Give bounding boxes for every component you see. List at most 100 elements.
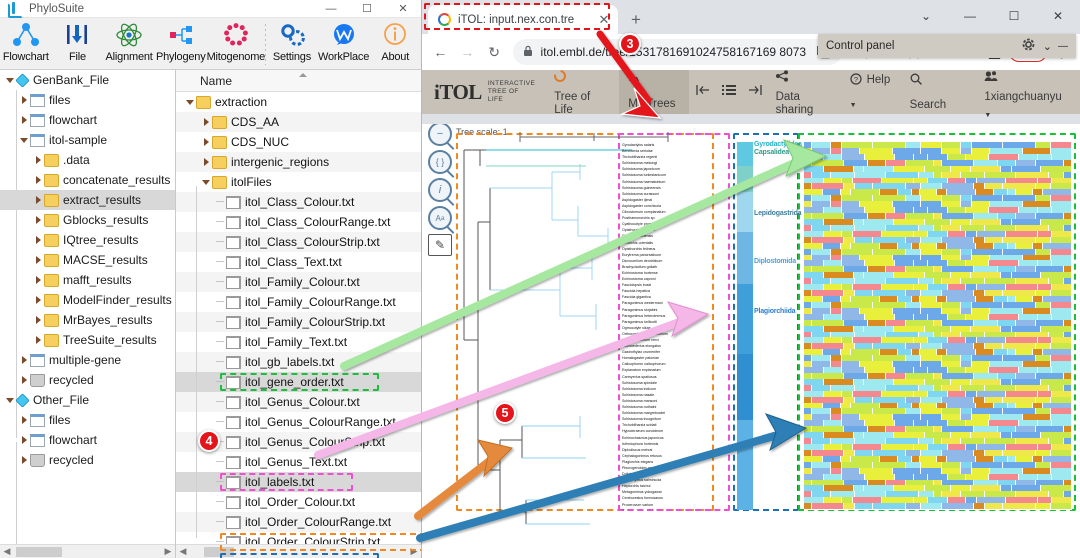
project-tree-list[interactable]: GenBank_File files flowchart itol-sample .da… [0,70,175,470]
file-list-pane[interactable]: Name extraction CDS_AA CDS_NUC intergenic_r… [176,70,421,558]
expand-arrow-icon[interactable] [18,370,30,390]
itol-logo[interactable]: iTOL INTERACTIVE TREE OF LIFE [422,80,545,105]
file-list-item-itol-labels-txt[interactable]: ─ itol_labels.txt [176,472,421,492]
project-tree-item-macse-results[interactable]: MACSE_results [0,250,175,270]
project-tree-item-files[interactable]: files [0,410,175,430]
file-list-item-itolfiles[interactable]: itolFiles [176,172,421,192]
expand-arrow-icon[interactable] [32,170,44,190]
control-panel-gear-icon[interactable] [1022,38,1035,54]
sort-caret-icon[interactable] [298,73,307,77]
file-list-item-itol-family-text-txt[interactable]: ─ itol_Family_Text.txt [176,332,421,352]
itol-menu-data-sharing[interactable]: Data sharing [767,70,841,116]
close-button[interactable]: ✕ [385,0,421,18]
file-list-item-itol-family-colour-txt[interactable]: ─ itol_Family_Colour.txt [176,272,421,292]
chrome-minimize-button[interactable]: — [948,0,992,32]
project-tree-item-genbank-file[interactable]: GenBank_File [0,70,175,90]
file-list-item-itol-order-colourrange-txt[interactable]: ─ itol_Order_ColourRange.txt [176,512,421,532]
reload-button[interactable]: ↻ [482,38,507,66]
expand-arrow-icon[interactable] [32,230,44,250]
info-tool[interactable]: i [428,178,452,202]
project-tree-item-multiple-gene[interactable]: multiple-gene [0,350,175,370]
column-header-name[interactable]: Name [200,74,232,88]
scroll-right-arrow-2[interactable]: ▶ [407,546,421,557]
expand-arrow-icon[interactable] [18,90,30,110]
project-tree-item-flowchart[interactable]: flowchart [0,430,175,450]
expand-arrow-icon[interactable] [200,152,212,172]
expand-arrow-icon[interactable] [32,150,44,170]
toolbar-flowchart[interactable]: Flowchart [0,20,52,63]
project-tree-item-mafft-results[interactable]: mafft_results [0,270,175,290]
tree-hscrollbar[interactable]: ◀ ▶ [0,544,175,558]
toolbar-file[interactable]: File [52,20,104,63]
toolbar-settings[interactable]: Settings [266,20,318,63]
project-tree-pane[interactable]: GenBank_File files flowchart itol-sample .da… [0,70,176,558]
scroll-right-arrow[interactable]: ▶ [161,546,175,557]
file-list-item-itol-order-colour-txt[interactable]: ─ itol_Order_Colour.txt [176,492,421,512]
control-panel-minimize-icon[interactable]: — [1058,41,1068,52]
expand-arrow-icon[interactable] [184,92,196,112]
project-tree-item-recycled[interactable]: recycled [0,450,175,470]
project-tree-item-gblocks-results[interactable]: Gblocks_results [0,210,175,230]
file-list-item-itol-family-colourrange-txt[interactable]: ─ itol_Family_ColourRange.txt [176,292,421,312]
tab-search-button[interactable]: ⌄ [904,0,948,32]
control-panel-chevron-down-icon[interactable]: ⌄ [1043,40,1052,53]
project-tree-item-recycled[interactable]: recycled [0,370,175,390]
scroll-thumb-2[interactable] [204,546,234,557]
itol-menu-my-trees[interactable]: My Trees [619,70,689,114]
address-bar[interactable]: itol.embl.de/tree/1531781691024758167169… [512,39,843,65]
itol-menu-user[interactable]: 1xiangchuanyu ▼ [975,70,1080,119]
expand-arrow-icon[interactable] [4,70,16,90]
project-tree-item-files[interactable]: files [0,90,175,110]
file-list-item-itol-class-colourrange-txt[interactable]: ─ itol_Class_ColourRange.txt [176,212,421,232]
scroll-left-arrow[interactable]: ◀ [0,546,14,557]
file-list-item-itol-genus-text-txt[interactable]: ─ itol_Genus_Text.txt [176,452,421,472]
expand-arrow-icon[interactable] [18,130,30,150]
toolbar-phylogeny[interactable]: Phylogeny [155,20,207,63]
file-list-item-itol-genus-colour-txt[interactable]: ─ itol_Genus_Colour.txt [176,392,421,412]
new-tab-button[interactable]: + [622,6,650,34]
itol-menu-help[interactable]: ? Help ▼ [841,70,901,114]
expand-arrow-icon[interactable] [18,410,30,430]
expand-arrow-icon[interactable] [18,430,30,450]
file-list-item-extraction[interactable]: extraction [176,92,421,112]
expand-arrow-icon[interactable] [200,112,212,132]
list-hscrollbar[interactable]: ◀ ▶ [176,544,421,558]
file-list-item-cds-aa[interactable]: CDS_AA [176,112,421,132]
file-list-item-itol-class-colour-txt[interactable]: ─ itol_Class_Colour.txt [176,192,421,212]
expand-arrow-icon[interactable] [32,190,44,210]
itol-list-button[interactable] [715,70,741,114]
expand-arrow-icon[interactable] [200,132,212,152]
itol-menu-search[interactable]: Search [901,70,962,114]
itol-collapse-right-button[interactable] [741,70,767,114]
scroll-left-arrow-2[interactable]: ◀ [176,546,190,557]
browser-tab-itol[interactable]: iTOL: input.nex.con.tre ✕ [428,5,618,34]
file-list-item-itol-gene-order-txt[interactable]: ─ itol_gene_order.txt [176,372,421,392]
file-list-item-itol-genus-colourrange-txt[interactable]: ─ itol_Genus_ColourRange.txt [176,412,421,432]
project-tree-item-flowchart[interactable]: flowchart [0,110,175,130]
zoom-out-tool[interactable]: − [428,124,452,146]
project-tree-item-extract-results[interactable]: extract_results [0,190,175,210]
back-button[interactable]: ← [428,38,453,66]
itol-collapse-left-button[interactable] [689,70,715,114]
toolbar-alignment[interactable]: Alignment [103,20,155,63]
project-tree-item-other-file[interactable]: Other_File [0,390,175,410]
toolbar-mitogenome[interactable]: Mitogenome [207,20,265,63]
expand-arrow-icon[interactable] [32,330,44,350]
file-list-item-intergenic-regions[interactable]: intergenic_regions [176,152,421,172]
project-tree-item-modelfinder-results[interactable]: ModelFinder_results [0,290,175,310]
file-list-item-cds-nuc[interactable]: CDS_NUC [176,132,421,152]
fit-brackets-tool[interactable]: { } [428,150,452,174]
maximize-button[interactable]: ☐ [349,0,385,18]
expand-arrow-icon[interactable] [18,110,30,130]
text-size-tool[interactable]: Aa [428,206,452,230]
expand-arrow-icon[interactable] [200,172,212,192]
itol-tree-canvas[interactable]: Tree scale: 1 + − { } i Aa ✎ [422,124,1080,558]
project-tree-item--data[interactable]: .data [0,150,175,170]
expand-arrow-icon[interactable] [32,310,44,330]
file-list[interactable]: extraction CDS_AA CDS_NUC intergenic_region… [176,92,421,558]
url-text[interactable]: itol.embl.de/tree/1531781691024758167169… [541,45,807,59]
control-panel[interactable]: Control panel ⌄ — [818,34,1076,58]
edit-pencil-tool[interactable]: ✎ [428,234,452,256]
toolbar-about[interactable]: About [369,20,421,63]
file-list-item-itol-gb-labels-txt[interactable]: ─ itol_gb_labels.txt [176,352,421,372]
